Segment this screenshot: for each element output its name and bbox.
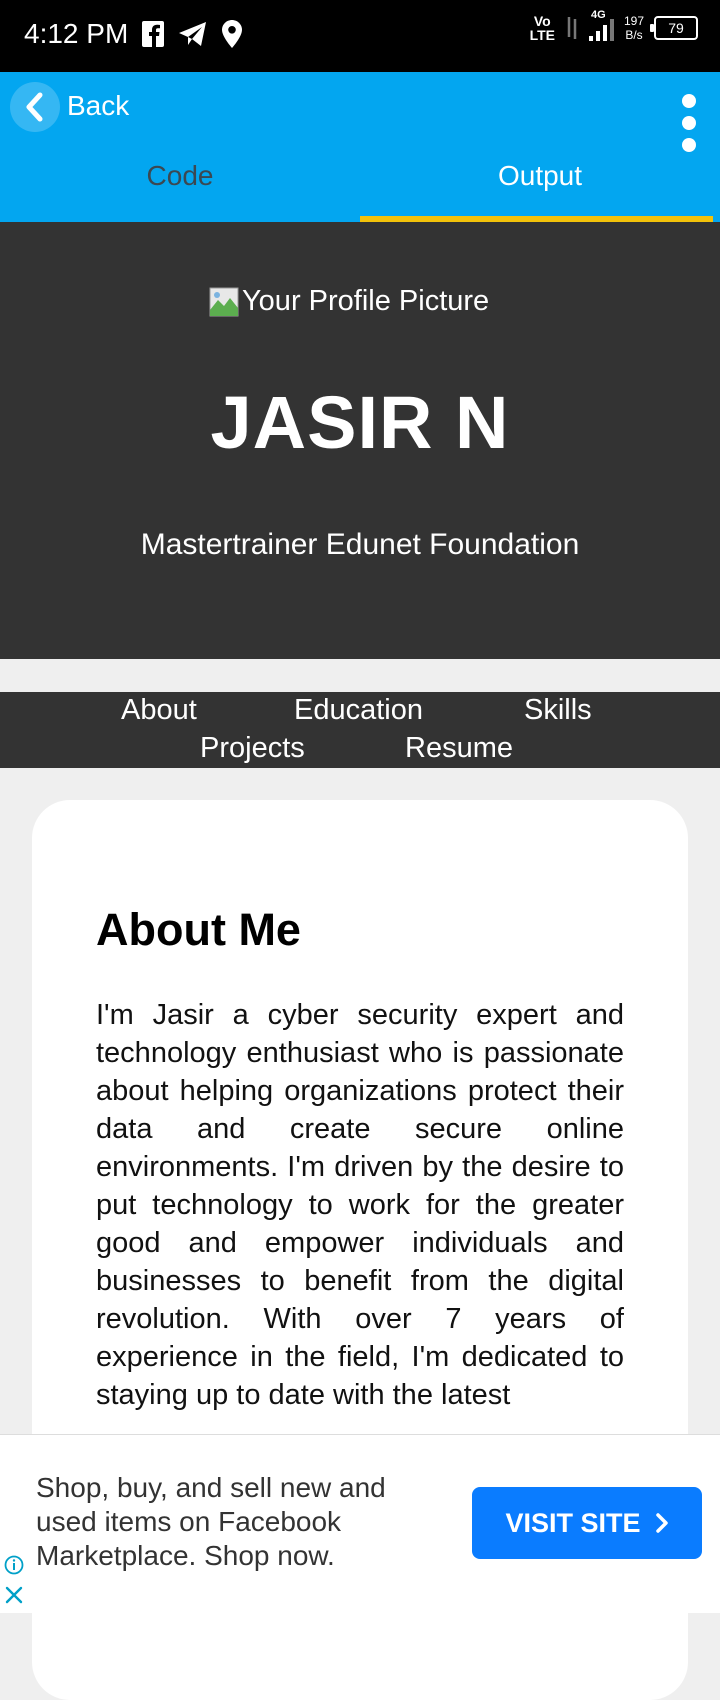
facebook-icon [142, 21, 164, 47]
profile-name: JASIR N [210, 381, 510, 464]
tab-code[interactable]: Code [0, 160, 360, 192]
speed-unit: B/s [625, 28, 643, 42]
back-label[interactable]: Back [67, 90, 129, 122]
about-heading: About Me [96, 904, 301, 955]
back-button[interactable] [10, 82, 60, 132]
nav-link-projects[interactable]: Projects [200, 732, 305, 765]
ad-info-icon[interactable] [4, 1555, 24, 1575]
battery-icon: 79 [650, 16, 698, 40]
cell-signal: 4G [588, 9, 614, 41]
network-speed: 197 B/s [624, 14, 644, 42]
about-text: I'm Jasir a cyber security expert and te… [96, 999, 624, 1411]
volte-indicator: Vo LTE [530, 14, 555, 42]
nav-link-skills[interactable]: Skills [524, 694, 592, 727]
nav-link-resume[interactable]: Resume [405, 732, 513, 765]
status-bar: 4:12 PM Vo LTE 4G 197 B/s 79 [0, 0, 720, 72]
nav-link-about[interactable]: About [121, 694, 197, 727]
location-icon [222, 20, 242, 48]
ad-text[interactable]: Shop, buy, and sell new and used items o… [36, 1471, 426, 1573]
status-time: 4:12 PM [24, 18, 129, 49]
volte-bottom: LTE [529, 27, 555, 43]
visit-site-label: VISIT SITE [505, 1507, 641, 1538]
battery-level: 79 [668, 20, 684, 36]
telegram-icon [179, 22, 206, 46]
volte-top: Vo [533, 13, 551, 29]
nav-link-education[interactable]: Education [294, 694, 423, 727]
ad-banner: Shop, buy, and sell new and used items o… [0, 1434, 720, 1613]
more-options-icon[interactable] [682, 94, 696, 152]
profile-picture: Your Profile Picture [208, 285, 489, 318]
network-type: 4G [590, 9, 606, 21]
data-arrows-icon [567, 17, 577, 39]
profile-subtitle: Mastertrainer Edunet Foundation [140, 528, 580, 561]
speed-value: 197 [623, 14, 644, 28]
app-bar: Back Code Output [0, 72, 720, 222]
profile-header: Your Profile Picture JASIR N Mastertrain… [0, 222, 720, 659]
profile-picture-alt: Your Profile Picture [242, 285, 490, 317]
section-nav: About Education Skills Projects Resume [0, 692, 720, 768]
ad-close-icon[interactable] [4, 1585, 24, 1605]
notification-icons [142, 20, 242, 48]
system-status-icons: Vo LTE 4G 197 B/s 79 [530, 9, 698, 42]
broken-image-icon [209, 287, 239, 316]
chevron-right-icon [655, 1513, 668, 1533]
visit-site-button[interactable]: VISIT SITE [472, 1487, 702, 1559]
tab-output[interactable]: Output [360, 160, 720, 192]
chevron-left-icon [26, 92, 43, 122]
